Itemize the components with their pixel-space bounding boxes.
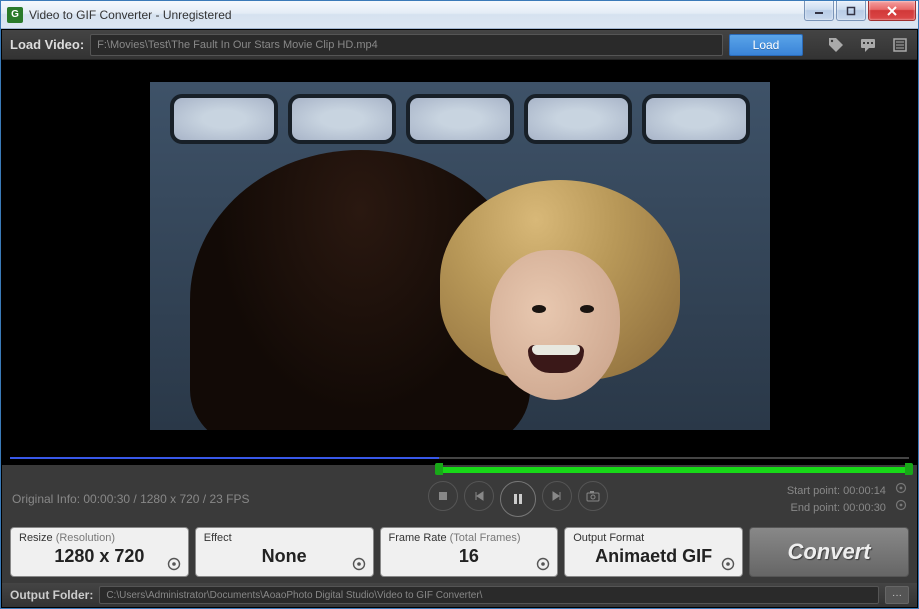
end-point-value: 00:00:30 <box>843 502 886 514</box>
prev-frame-button[interactable] <box>464 481 494 511</box>
resize-value: 1280 x 720 <box>19 546 180 567</box>
range-end-handle[interactable] <box>905 463 913 475</box>
format-gear-icon[interactable] <box>720 556 736 572</box>
resize-setting[interactable]: Resize (Resolution) 1280 x 720 <box>10 527 189 577</box>
list-icon[interactable] <box>891 36 909 54</box>
stop-button[interactable] <box>428 481 458 511</box>
playback-progress[interactable] <box>2 451 917 465</box>
load-bar: Load Video: Load <box>2 30 917 60</box>
window-title: Video to GIF Converter - Unregistered <box>29 8 804 22</box>
app-icon: G <box>7 7 23 23</box>
output-folder-label: Output Folder: <box>10 588 93 602</box>
titlebar[interactable]: G Video to GIF Converter - Unregistered <box>1 1 918 29</box>
browse-output-button[interactable]: ··· <box>885 586 909 604</box>
start-point-value: 00:00:14 <box>843 485 886 497</box>
comment-icon[interactable] <box>859 36 877 54</box>
output-folder-path[interactable]: C:\Users\Administrator\Documents\AoaoPho… <box>99 586 879 604</box>
effect-value: None <box>204 546 365 567</box>
snapshot-button[interactable] <box>578 481 608 511</box>
pause-button[interactable] <box>500 481 536 517</box>
load-video-label: Load Video: <box>10 37 84 52</box>
framerate-value: 16 <box>389 546 550 567</box>
start-point-label: Start point: <box>787 485 840 497</box>
effect-gear-icon[interactable] <box>351 556 367 572</box>
resize-gear-icon[interactable] <box>166 556 182 572</box>
end-point-gear-icon[interactable] <box>895 502 907 514</box>
start-point-gear-icon[interactable] <box>895 485 907 497</box>
range-start-handle[interactable] <box>435 463 443 475</box>
format-setting[interactable]: Output Format Animaetd GIF <box>564 527 743 577</box>
format-value: Animaetd GIF <box>573 546 734 567</box>
next-frame-button[interactable] <box>542 481 572 511</box>
end-point-label: End point: <box>791 502 841 514</box>
video-path-input[interactable] <box>90 34 723 56</box>
video-preview[interactable] <box>2 60 917 451</box>
close-button[interactable] <box>868 1 916 21</box>
effect-setting[interactable]: Effect None <box>195 527 374 577</box>
convert-button[interactable]: Convert <box>749 527 909 577</box>
original-info: Original Info: 00:00:30 / 1280 x 720 / 2… <box>12 492 250 506</box>
clip-range-bar[interactable] <box>2 465 917 477</box>
tag-icon[interactable] <box>827 36 845 54</box>
app-window: G Video to GIF Converter - Unregistered … <box>0 0 919 609</box>
maximize-button[interactable] <box>836 1 866 21</box>
framerate-setting[interactable]: Frame Rate (Total Frames) 16 <box>380 527 559 577</box>
load-button[interactable]: Load <box>729 34 803 56</box>
minimize-button[interactable] <box>804 1 834 21</box>
framerate-gear-icon[interactable] <box>535 556 551 572</box>
